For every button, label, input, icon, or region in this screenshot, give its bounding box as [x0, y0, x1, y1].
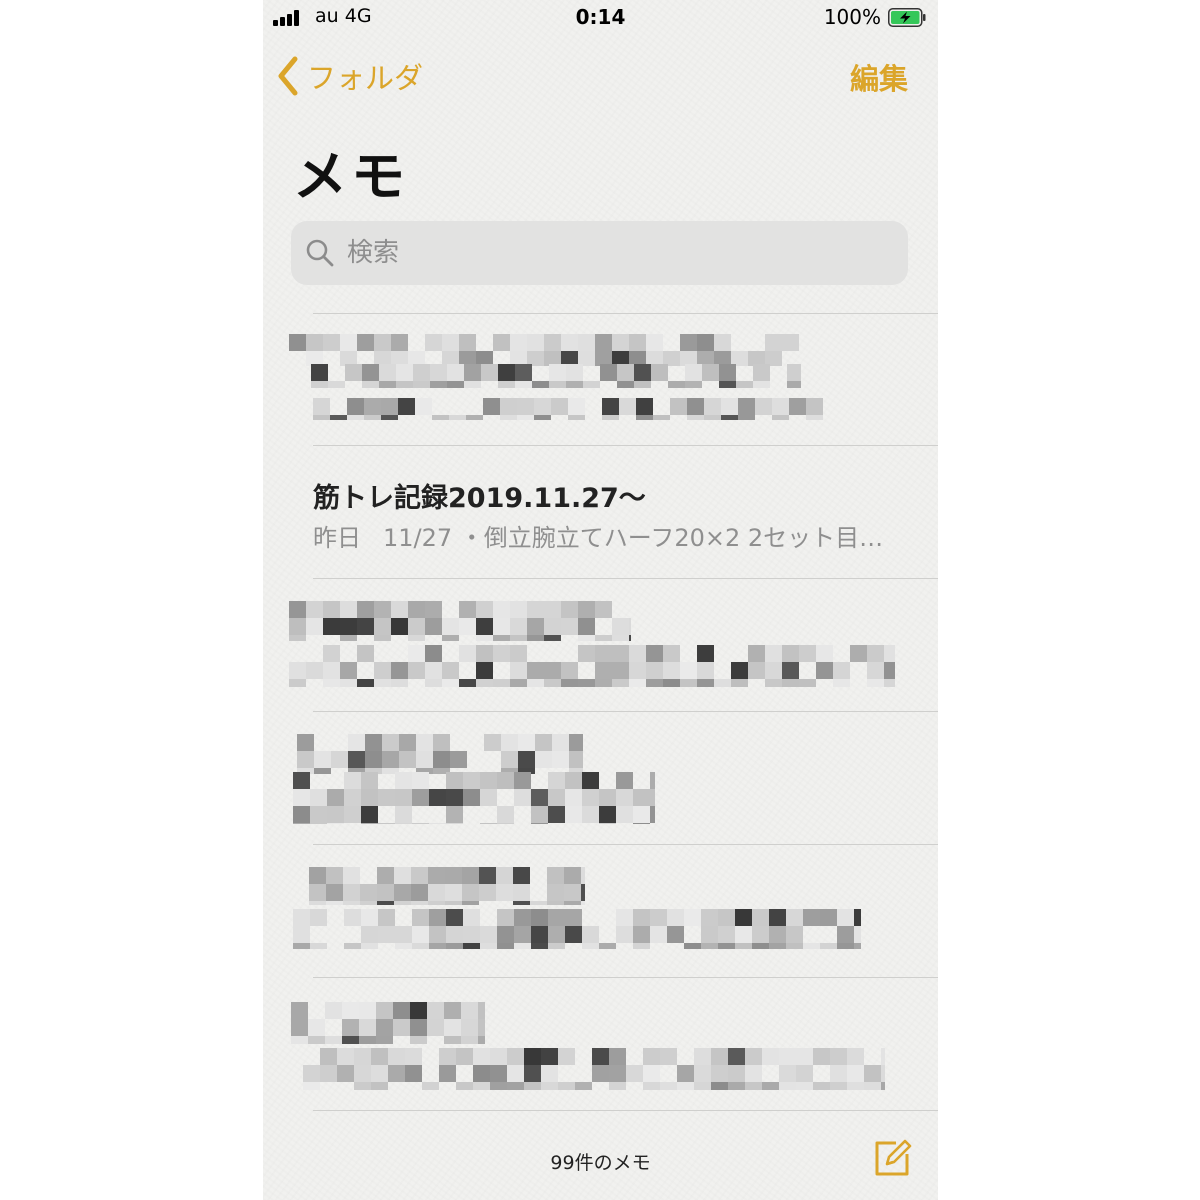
back-to-folders-button[interactable]: フォルダ: [275, 54, 423, 98]
redacted-mosaic: [297, 734, 583, 774]
search-icon: [306, 239, 334, 267]
note-item-redacted[interactable]: [263, 845, 938, 977]
search-input[interactable]: [345, 237, 889, 269]
note-item[interactable]: 筋トレ記録2019.11.27〜 昨日 11/27 ・倒立腕立てハーフ20×2 2…: [263, 446, 938, 578]
redacted-mosaic: [303, 1048, 885, 1090]
redacted-mosaic: [291, 1002, 485, 1044]
redacted-mosaic: [309, 867, 585, 905]
page-title: メモ: [293, 145, 409, 208]
redacted-mosaic: [289, 601, 631, 641]
redacted-mosaic: [313, 398, 823, 420]
notes-app-screen: au 4G 0:14 100% フォルダ 編集 メモ 検索 筋トレ記録2019.…: [263, 0, 938, 1200]
status-bar: au 4G 0:14 100%: [263, 0, 938, 36]
note-item-redacted[interactable]: [263, 712, 938, 844]
note-count-label: 99件のメモ: [550, 1152, 651, 1174]
note-date: 昨日: [313, 524, 361, 552]
list-divider: [313, 1110, 938, 1111]
note-preview: 11/27 ・倒立腕立てハーフ20×2 2セット目…: [383, 524, 884, 552]
redacted-mosaic: [311, 364, 801, 388]
redacted-mosaic: [289, 334, 799, 366]
note-item-redacted[interactable]: [263, 314, 938, 446]
note-title: 筋トレ記録2019.11.27〜: [313, 483, 646, 514]
battery-percentage: 100%: [823, 5, 881, 29]
redacted-mosaic: [293, 772, 655, 824]
redacted-mosaic: [289, 645, 895, 687]
compose-icon[interactable]: [872, 1138, 912, 1178]
note-subtitle: 昨日 11/27 ・倒立腕立てハーフ20×2 2セット目…: [313, 518, 883, 553]
note-item-redacted[interactable]: [263, 579, 938, 711]
redacted-mosaic: [293, 909, 861, 949]
edit-button[interactable]: 編集: [850, 56, 908, 98]
chevron-left-icon: [278, 56, 298, 96]
back-button-label: フォルダ: [307, 61, 424, 95]
battery-charging-icon: [888, 8, 926, 27]
search-bar[interactable]: [291, 221, 908, 285]
note-item-redacted[interactable]: [263, 978, 938, 1110]
